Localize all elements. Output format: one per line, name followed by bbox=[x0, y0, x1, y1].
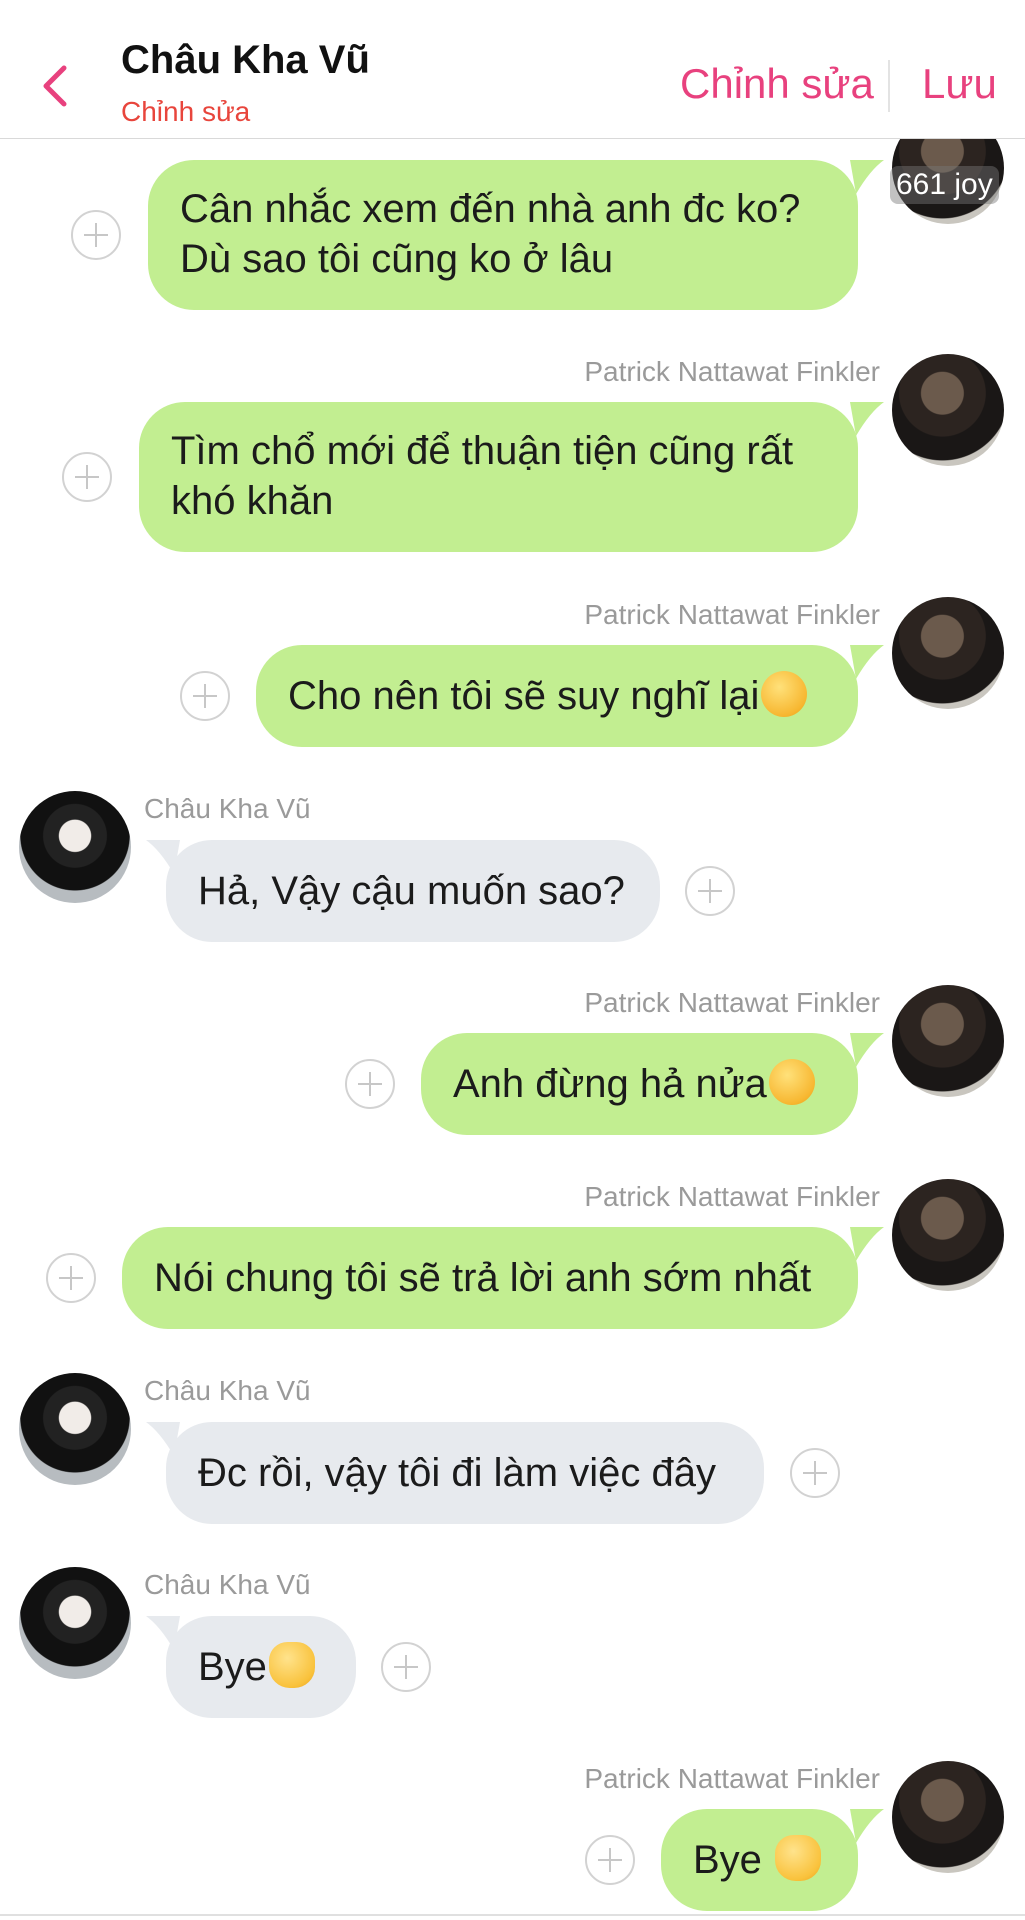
add-reaction-button[interactable] bbox=[345, 1059, 395, 1109]
header-bar: Châu Kha Vũ Chỉnh sửa Chỉnh sửa Lưu bbox=[0, 0, 1025, 139]
message-text: Cân nhắc xem đến nhà anh đc ko? bbox=[180, 187, 801, 231]
avatar[interactable] bbox=[19, 1373, 131, 1485]
bubble-tail bbox=[850, 160, 884, 194]
message-bubble[interactable]: Tìm chổ mới để thuận tiện cũng rất khó k… bbox=[139, 402, 858, 552]
message-text: khó khăn bbox=[171, 479, 334, 523]
avatar[interactable] bbox=[892, 1179, 1004, 1291]
sender-name: Patrick Nattawat Finkler bbox=[584, 1763, 880, 1794]
waving-hand-icon bbox=[775, 1835, 822, 1881]
add-reaction-button[interactable] bbox=[46, 1253, 96, 1303]
add-reaction-button[interactable] bbox=[62, 452, 112, 502]
avatar[interactable] bbox=[892, 1761, 1004, 1873]
sender-name: Châu Kha Vũ bbox=[144, 1569, 311, 1600]
message-bubble[interactable]: Bye bbox=[661, 1809, 858, 1911]
divider bbox=[888, 60, 890, 112]
avatar[interactable] bbox=[892, 354, 1004, 466]
sender-name: Châu Kha Vũ bbox=[144, 793, 311, 824]
message-bubble[interactable]: Nói chung tôi sẽ trả lời anh sớm nhất bbox=[122, 1227, 858, 1329]
add-reaction-button[interactable] bbox=[685, 866, 735, 916]
sender-name: Châu Kha Vũ bbox=[144, 1375, 311, 1406]
waving-hand-icon bbox=[268, 1642, 315, 1688]
message-text: Tìm chổ mới để thuận tiện cũng rất bbox=[171, 429, 794, 473]
bubble-tail bbox=[850, 402, 884, 436]
bubble-tail bbox=[850, 645, 884, 679]
bubble-tail bbox=[850, 1809, 884, 1843]
add-reaction-button[interactable] bbox=[180, 671, 230, 721]
message-bubble[interactable]: Anh đừng hả nửa bbox=[421, 1033, 858, 1135]
message-bubble[interactable]: Cân nhắc xem đến nhà anh đc ko? Dù sao t… bbox=[148, 160, 858, 310]
message-text: Anh đừng hả nửa bbox=[453, 1062, 767, 1106]
avatar[interactable] bbox=[892, 985, 1004, 1097]
divider bbox=[0, 1914, 1025, 1916]
message-text: Đc rồi, vậy tôi đi làm việc đây bbox=[198, 1451, 716, 1495]
sender-name: Patrick Nattawat Finkler bbox=[584, 356, 880, 387]
bubble-tail bbox=[850, 1227, 884, 1261]
add-reaction-button[interactable] bbox=[790, 1448, 840, 1498]
edit-button[interactable]: Chỉnh sửa bbox=[680, 60, 874, 108]
chat-area: Cân nhắc xem đến nhà anh đc ko? Dù sao t… bbox=[0, 0, 1025, 1920]
watermark: 661 joy bbox=[890, 166, 999, 204]
message-text: Hả, Vậy cậu muốn sao? bbox=[198, 869, 625, 913]
message-bubble[interactable]: Đc rồi, vậy tôi đi làm việc đây bbox=[166, 1422, 764, 1524]
sender-name: Patrick Nattawat Finkler bbox=[584, 599, 880, 630]
bubble-tail bbox=[850, 1033, 884, 1067]
message-text: Bye bbox=[693, 1838, 774, 1882]
message-bubble[interactable]: Hả, Vậy cậu muốn sao? bbox=[166, 840, 660, 942]
chat-subtitle: Chỉnh sửa bbox=[121, 96, 251, 127]
thinking-face-icon bbox=[761, 671, 808, 717]
message-text: Nói chung tôi sẽ trả lời anh sớm nhất bbox=[154, 1256, 812, 1300]
sender-name: Patrick Nattawat Finkler bbox=[584, 1181, 880, 1212]
avatar[interactable] bbox=[19, 791, 131, 903]
save-button[interactable]: Lưu bbox=[922, 60, 997, 108]
avatar[interactable] bbox=[19, 1567, 131, 1679]
message-bubble[interactable]: Bye bbox=[166, 1616, 356, 1718]
sender-name: Patrick Nattawat Finkler bbox=[584, 987, 880, 1018]
back-arrow-icon[interactable] bbox=[34, 58, 74, 114]
chat-title: Châu Kha Vũ bbox=[121, 38, 370, 82]
kissing-face-icon bbox=[768, 1059, 815, 1105]
add-reaction-button[interactable] bbox=[71, 210, 121, 260]
avatar[interactable] bbox=[892, 597, 1004, 709]
message-bubble[interactable]: Cho nên tôi sẽ suy nghĩ lại bbox=[256, 645, 858, 747]
message-text: Cho nên tôi sẽ suy nghĩ lại bbox=[288, 674, 760, 718]
add-reaction-button[interactable] bbox=[585, 1835, 635, 1885]
message-text: Dù sao tôi cũng ko ở lâu bbox=[180, 237, 614, 281]
message-text: Bye bbox=[198, 1645, 267, 1689]
add-reaction-button[interactable] bbox=[381, 1642, 431, 1692]
